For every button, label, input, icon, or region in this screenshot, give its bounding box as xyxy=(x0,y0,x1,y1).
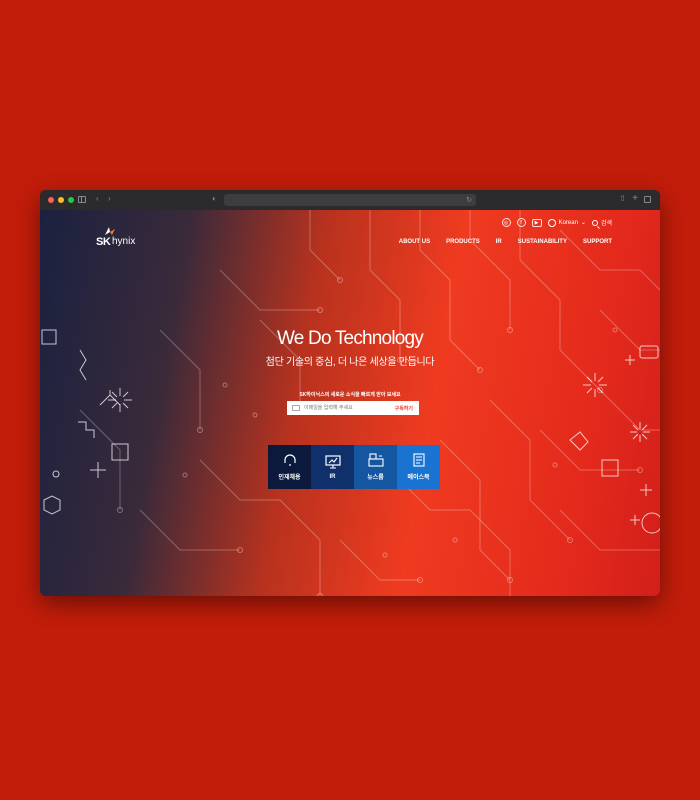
search-icon xyxy=(591,219,598,226)
utility-bar: ◎ f ▶ Korean ⌄ 검색 xyxy=(501,218,612,227)
tile-ir[interactable]: IR xyxy=(311,445,354,489)
youtube-icon[interactable]: ▶ xyxy=(531,218,542,227)
headset-icon xyxy=(283,454,296,466)
reload-icon[interactable]: ↻ xyxy=(466,196,472,204)
tile-facebook-book-label: 메이스북 xyxy=(407,475,430,481)
traffic-lights xyxy=(48,197,74,203)
hero-title: We Do Technology xyxy=(277,328,424,349)
tab-overview-icon[interactable] xyxy=(644,196,651,203)
logo-hynix-text: hynix xyxy=(112,236,136,247)
newsletter-form: 구독하기 xyxy=(287,401,419,415)
main-navigation: ABOUT US PRODUCTS IR SUSTAINABILITY SUPP… xyxy=(399,239,612,245)
share-icon[interactable]: ⇧ xyxy=(619,195,626,203)
tile-facebook-book[interactable]: 메이스북 xyxy=(397,445,440,489)
tile-careers[interactable]: 인재채용 xyxy=(268,445,311,489)
minimize-window-button[interactable] xyxy=(58,197,64,203)
tile-newsroom-label: 뉴스룸 xyxy=(367,475,384,481)
email-input[interactable] xyxy=(304,403,384,413)
browser-titlebar: ‹ › ◐ ↻ ⇧ + xyxy=(40,190,660,210)
chevron-down-icon: ⌄ xyxy=(580,220,586,226)
search-label: 검색 xyxy=(600,221,612,227)
search-button[interactable]: 검색 xyxy=(591,218,612,227)
newsroom-icon xyxy=(367,453,384,467)
page-viewport: SK hynix ◎ f ▶ Korean ⌄ 검색 ABOUT US PROD… xyxy=(40,210,660,596)
zoom-window-button[interactable] xyxy=(68,197,74,203)
nav-sustainability[interactable]: SUSTAINABILITY xyxy=(518,239,567,245)
forward-icon[interactable]: › xyxy=(108,195,111,203)
back-icon[interactable]: ‹ xyxy=(96,195,99,203)
language-selector[interactable]: Korean ⌄ xyxy=(547,218,586,227)
nav-about-us[interactable]: ABOUT US xyxy=(399,239,430,245)
language-label: Korean xyxy=(558,219,578,226)
new-tab-icon[interactable]: + xyxy=(632,194,638,204)
address-bar[interactable]: ↻ xyxy=(224,194,476,206)
globe-icon xyxy=(547,218,556,227)
facebook-icon[interactable]: f xyxy=(516,218,526,227)
mail-icon xyxy=(292,405,300,411)
book-icon xyxy=(412,453,425,467)
instagram-icon[interactable]: ◎ xyxy=(501,218,511,227)
close-window-button[interactable] xyxy=(48,197,54,203)
newsletter-label: SK하이닉스의 새로운 소식을 빠르게 받아 보세요 xyxy=(299,392,401,398)
logo-sk-text: SK xyxy=(96,236,111,248)
subscribe-button[interactable]: 구독하기 xyxy=(395,405,413,412)
hero-subtitle: 첨단 기술의 중심, 더 나은 세상을 만듭니다 xyxy=(265,357,435,368)
sidebar-toggle-icon[interactable] xyxy=(78,196,86,203)
butterfly-logo-icon xyxy=(105,227,115,235)
nav-support[interactable]: SUPPORT xyxy=(583,239,612,245)
tile-ir-label: IR xyxy=(329,473,336,480)
quick-links: 인재채용 IR 뉴스룸 메이스북 xyxy=(268,445,440,489)
browser-window: ‹ › ◐ ↻ ⇧ + SK hynix ◎ f ▶ Korean ⌄ 검색 A… xyxy=(40,190,660,596)
privacy-shield-icon[interactable]: ◐ xyxy=(212,195,217,203)
tile-careers-label: 인재채용 xyxy=(278,475,301,481)
tile-newsroom[interactable]: 뉴스룸 xyxy=(354,445,397,489)
nav-ir[interactable]: IR xyxy=(496,239,502,245)
nav-products[interactable]: PRODUCTS xyxy=(446,239,480,245)
presentation-icon xyxy=(324,454,341,469)
